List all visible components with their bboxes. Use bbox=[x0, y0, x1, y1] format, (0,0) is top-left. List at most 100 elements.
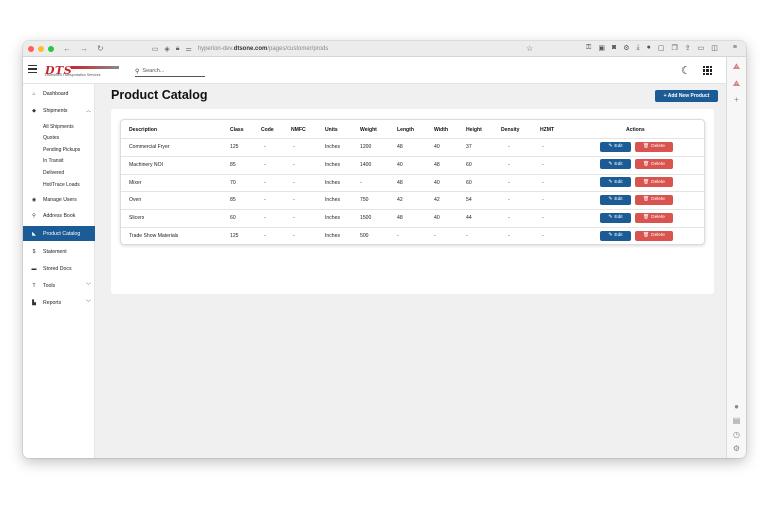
settings-icon[interactable]: ⚙ bbox=[623, 44, 629, 52]
save-icon[interactable]: ▤ bbox=[732, 416, 741, 425]
table-cell: 42 bbox=[434, 197, 440, 204]
sidebar-subitem-delivered[interactable]: Delivered bbox=[43, 169, 64, 177]
extension-icon[interactable]: ● bbox=[647, 44, 651, 52]
edit-button[interactable]: ✎ Edit bbox=[600, 194, 631, 205]
copy-icon[interactable]: ❐ bbox=[671, 44, 677, 52]
edit-icon: ✎ bbox=[608, 179, 613, 185]
table-cell: - bbox=[542, 233, 544, 239]
delete-button[interactable]: 🗑︎ Delete bbox=[635, 212, 673, 223]
table-cell: - bbox=[264, 197, 266, 204]
delete-label: Delete bbox=[651, 161, 665, 167]
sidebar-subitem-hot-trace-loads[interactable]: Hot/Trace Loads bbox=[43, 181, 80, 189]
table-cell: - bbox=[542, 197, 544, 204]
dts-logo[interactable]: DTS Diversified Transportation Services bbox=[45, 61, 121, 79]
table-cell: - bbox=[508, 197, 510, 204]
tag-icon: ◣ bbox=[32, 230, 36, 237]
table-cell: 40 bbox=[434, 144, 440, 150]
content-card: Description Class Code NMFC Units Weight… bbox=[111, 109, 714, 294]
reload-icon[interactable]: ↻ bbox=[97, 44, 104, 53]
dts-tab-icon[interactable]: ⟁ bbox=[732, 62, 741, 71]
sidebar-subitem-all-shipments[interactable]: All Shipments bbox=[43, 123, 74, 131]
edit-icon: ✎ bbox=[608, 215, 613, 221]
delete-button[interactable]: 🗑︎ Delete bbox=[635, 177, 673, 188]
sidebar-icon[interactable]: ▭ bbox=[152, 45, 159, 53]
delete-label: Delete bbox=[651, 144, 665, 149]
sidebar-toggle-icon[interactable]: ◫ bbox=[711, 44, 718, 52]
sidebar-item-shipments[interactable]: ◆ Shipments ︿ bbox=[23, 103, 95, 118]
delete-button[interactable]: 🗑︎ Delete bbox=[635, 194, 673, 205]
delete-button[interactable]: 🗑︎ Delete bbox=[635, 141, 673, 152]
shield-icon[interactable]: ◈ bbox=[164, 45, 169, 53]
table-cell: Inches bbox=[325, 161, 341, 168]
close-window-button[interactable] bbox=[28, 45, 34, 52]
bookmark-star-icon[interactable]: ☆ bbox=[526, 44, 533, 53]
sidebar-item-reports[interactable]: ▙ Reports ﹀ bbox=[23, 295, 95, 310]
table-cell: 48 bbox=[397, 144, 403, 150]
apps-grid-icon[interactable] bbox=[703, 66, 712, 75]
menu-icon[interactable]: ≡ bbox=[733, 44, 737, 52]
edit-button[interactable]: ✎ Edit bbox=[600, 230, 631, 241]
edit-button[interactable]: ✎ Edit bbox=[600, 159, 631, 170]
table-cell: 1400 bbox=[360, 161, 372, 168]
dts-tab-icon-2[interactable]: ⟁ bbox=[732, 79, 741, 88]
sidebar-item-stored-docs[interactable]: ▬ Stored Docs bbox=[23, 261, 95, 276]
search-box: ⚲ bbox=[135, 66, 205, 77]
forward-icon[interactable]: → bbox=[80, 44, 88, 53]
delete-button[interactable]: 🗑︎ Delete bbox=[635, 230, 673, 241]
sidebar-item-label: Reports bbox=[43, 299, 62, 306]
table-cell: Inches bbox=[325, 197, 341, 204]
edit-icon: ✎ bbox=[608, 161, 613, 167]
table-cell: - bbox=[264, 233, 266, 239]
product-table: Description Class Code NMFC Units Weight… bbox=[120, 119, 705, 245]
pdf-icon[interactable]: ▣ bbox=[598, 44, 605, 52]
trash-icon: 🗑︎ bbox=[643, 215, 650, 221]
add-new-product-button[interactable]: + Add New Product bbox=[655, 90, 718, 102]
edit-button[interactable]: ✎ Edit bbox=[600, 177, 631, 188]
chart-icon: ▙ bbox=[32, 299, 36, 306]
sidebar-item-statement[interactable]: $ Statement bbox=[23, 244, 95, 259]
panel-icon[interactable]: ▭ bbox=[698, 44, 705, 52]
share-icon[interactable]: ⇪ bbox=[685, 44, 691, 52]
key-icon[interactable]: ⚿ bbox=[586, 44, 591, 52]
tune-icon[interactable]: ⚌ bbox=[185, 45, 191, 53]
lock-icon[interactable]: 🔒︎ bbox=[176, 45, 180, 53]
sidebar-item-manage-users[interactable]: ◉ Manage Users bbox=[23, 192, 95, 207]
download-icon[interactable]: ⤓ bbox=[636, 44, 639, 52]
sidebar-item-dashboard[interactable]: ⌂ Dashboard bbox=[23, 86, 95, 101]
delete-label: Delete bbox=[651, 179, 665, 185]
table-cell: 40 bbox=[397, 161, 403, 168]
add-panel-icon[interactable]: + bbox=[732, 95, 741, 104]
table-cell: - bbox=[293, 161, 295, 168]
minimize-window-button[interactable] bbox=[38, 45, 44, 52]
logo-tagline: Diversified Transportation Services bbox=[45, 73, 101, 77]
history-icon[interactable]: ◷ bbox=[732, 430, 741, 439]
camera-icon[interactable]: ◙ bbox=[612, 44, 616, 52]
sidebar-item-tools[interactable]: T Tools ﹀ bbox=[23, 278, 95, 293]
table-cell: - bbox=[397, 233, 399, 239]
gear-icon[interactable]: ⚙ bbox=[732, 444, 741, 453]
url-bar[interactable]: hyperion-dev.dtsone.com/pages/customer/p… bbox=[198, 46, 329, 52]
sidebar-subitem-in-transit[interactable]: In Transit bbox=[43, 157, 64, 165]
box-icon: ◆ bbox=[32, 107, 36, 114]
sidebar-subitem-pending-pickups[interactable]: Pending Pickups bbox=[43, 146, 80, 154]
puzzle-icon[interactable]: ▢ bbox=[658, 44, 665, 52]
folder-icon: ▬ bbox=[31, 265, 37, 272]
globe-icon[interactable]: ● bbox=[732, 402, 741, 411]
edit-button[interactable]: ✎ Edit bbox=[600, 141, 631, 152]
back-icon[interactable]: ← bbox=[63, 44, 71, 53]
table-cell: - bbox=[264, 161, 266, 168]
sidebar-item-label: Manage Users bbox=[43, 196, 77, 203]
row-divider bbox=[121, 227, 704, 228]
chevron-down-icon: ﹀ bbox=[85, 283, 91, 289]
hamburger-menu-icon[interactable] bbox=[28, 65, 37, 74]
search-input[interactable] bbox=[142, 68, 201, 74]
dark-mode-moon-icon[interactable]: ☾ bbox=[681, 64, 691, 77]
sidebar-subitem-quotes[interactable]: Quotes bbox=[43, 134, 59, 142]
sidebar-item-address-book[interactable]: ⚲ Address Book bbox=[23, 208, 95, 223]
delete-button[interactable]: 🗑︎ Delete bbox=[635, 159, 673, 170]
table-cell: - bbox=[542, 144, 544, 150]
maximize-window-button[interactable] bbox=[48, 45, 54, 52]
trash-icon: 🗑︎ bbox=[643, 161, 650, 167]
edit-button[interactable]: ✎ Edit bbox=[600, 212, 631, 223]
sidebar-item-product-catalog[interactable]: ◣ Product Catalog bbox=[23, 226, 95, 241]
